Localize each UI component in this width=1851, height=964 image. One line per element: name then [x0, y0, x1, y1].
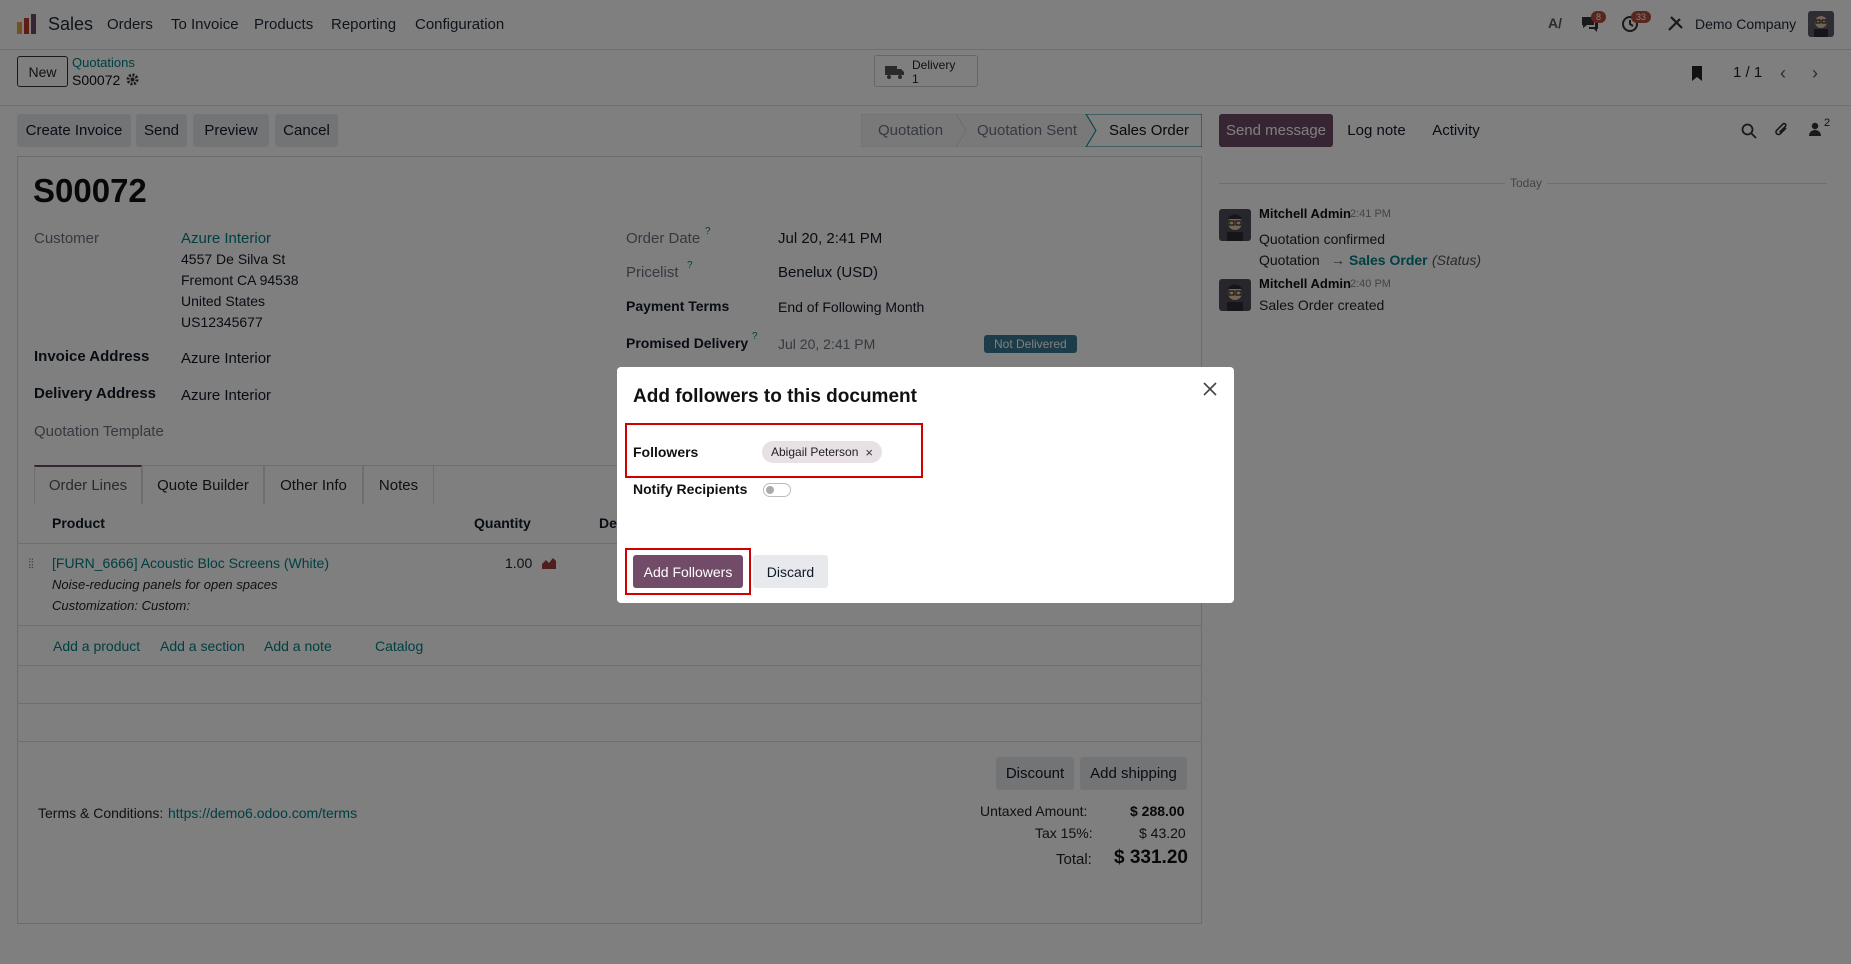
- dialog-title: Add followers to this document: [633, 386, 917, 407]
- follower-tag[interactable]: Abigail Peterson ×: [762, 441, 882, 463]
- add-followers-dialog: Add followers to this document Followers…: [617, 367, 1234, 603]
- notify-recipients-label: Notify Recipients: [633, 481, 748, 497]
- followers-label: Followers: [633, 444, 699, 460]
- follower-tag-label: Abigail Peterson: [771, 445, 859, 459]
- toggle-knob: [766, 486, 774, 494]
- close-icon[interactable]: [1202, 381, 1218, 397]
- notify-recipients-toggle[interactable]: [763, 483, 791, 497]
- discard-button[interactable]: Discard: [753, 555, 828, 588]
- add-followers-button[interactable]: Add Followers: [633, 555, 743, 588]
- remove-tag-icon[interactable]: ×: [865, 445, 873, 460]
